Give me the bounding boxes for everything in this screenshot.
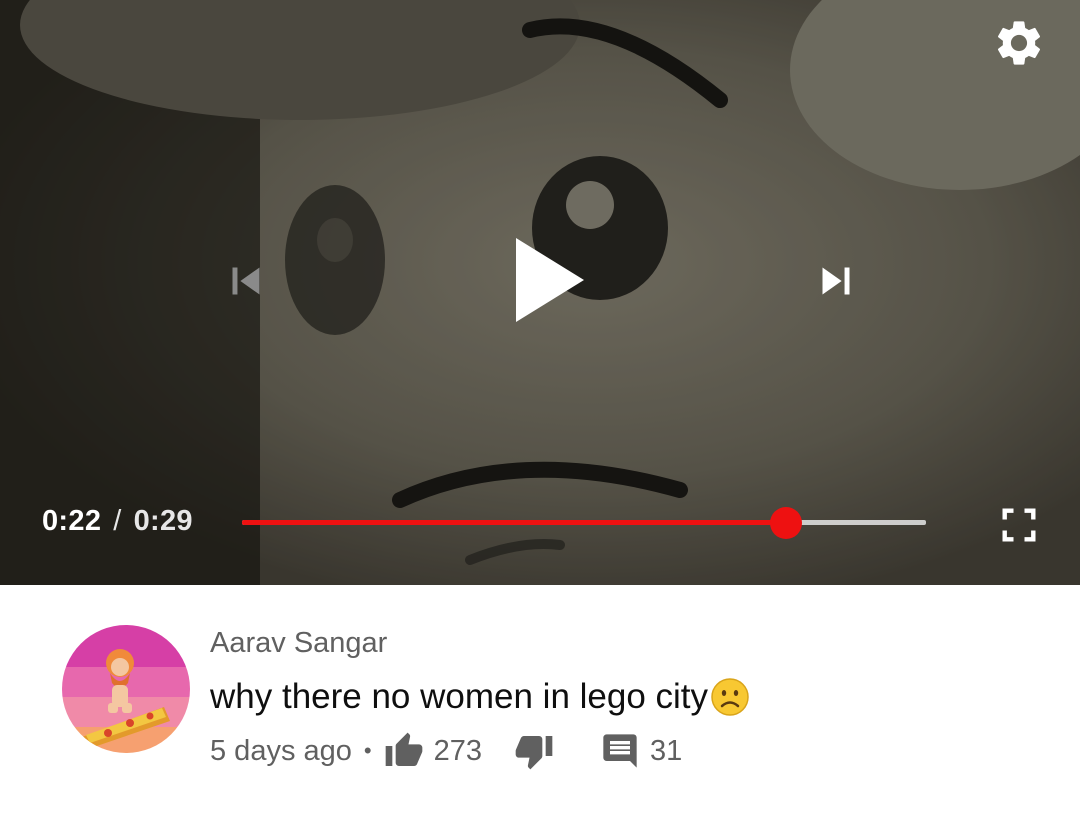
comment-author[interactable]: Aarav Sangar (210, 627, 387, 660)
comment-age: 5 days ago (210, 734, 352, 767)
skip-previous-icon (232, 267, 260, 295)
time-separator: / (113, 505, 122, 537)
previous-button[interactable] (215, 250, 277, 312)
progress-fill (242, 520, 787, 525)
duration: 0:29 (133, 505, 193, 537)
avatar[interactable] (62, 625, 190, 753)
comment-body: why there no women in lego city (210, 677, 709, 716)
fullscreen-icon (1002, 508, 1036, 542)
meta-separator: • (363, 738, 372, 763)
frowning-face-emoji (710, 677, 750, 717)
comment-text: why there no women in lego city (210, 677, 750, 717)
dislike-button[interactable] (514, 731, 554, 771)
comment-icon (603, 734, 637, 768)
like-count: 273 (433, 734, 482, 767)
fullscreen-button[interactable] (990, 496, 1048, 554)
thumbs-down-icon (515, 736, 553, 770)
play-icon (516, 238, 584, 322)
current-time: 0:22 (42, 505, 102, 537)
progress-bar[interactable] (242, 498, 926, 548)
like-button[interactable]: 273 (384, 731, 482, 771)
video-player[interactable]: 0:22 / 0:29 (0, 0, 1080, 585)
next-button[interactable] (805, 250, 867, 312)
comment: Aarav Sangar why there no women in lego … (0, 585, 1080, 824)
thumbs-up-icon (385, 732, 422, 766)
avatar-pizza-image (62, 625, 190, 753)
reply-button[interactable]: 31 (600, 731, 682, 771)
gear-icon (997, 21, 1041, 65)
progress-scrubber[interactable] (770, 507, 803, 539)
play-button[interactable] (500, 228, 600, 332)
skip-next-icon (822, 267, 850, 295)
reply-count: 31 (649, 734, 683, 767)
time-display: 0:22 / 0:29 (42, 505, 193, 538)
comment-meta: 5 days ago • 273 31 (210, 731, 682, 771)
settings-button[interactable] (990, 14, 1048, 72)
